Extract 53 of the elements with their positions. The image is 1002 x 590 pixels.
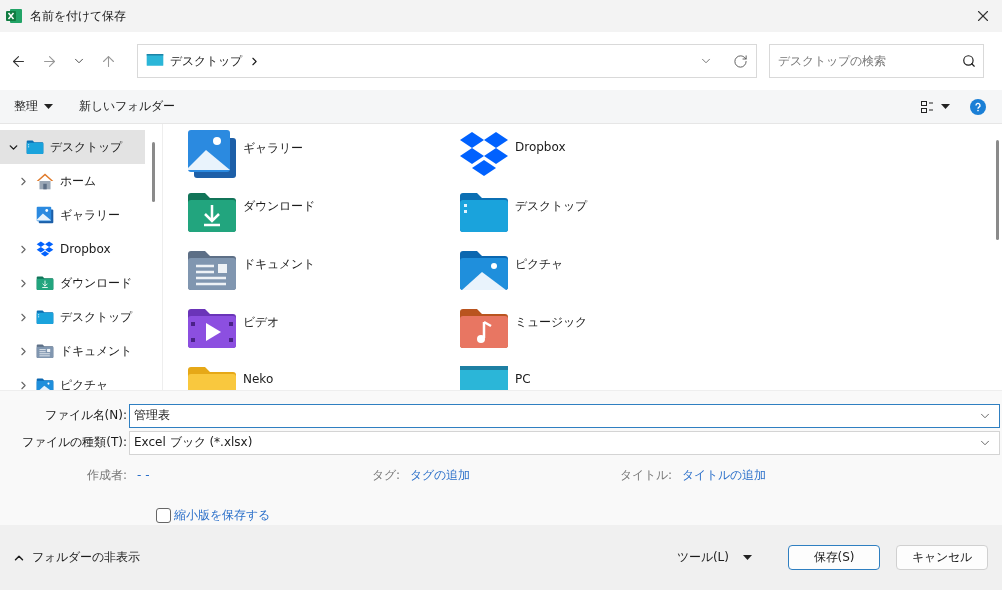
save-thumbnail-checkbox[interactable]: 縮小版を保存する: [156, 507, 1002, 524]
folder-item[interactable]: ミュージック: [458, 302, 730, 360]
folder-item[interactable]: ピクチャ: [458, 244, 730, 302]
caret-icon: [941, 104, 950, 109]
caret-icon: [743, 555, 752, 560]
metadata-link[interactable]: タグの追加: [410, 466, 471, 484]
excel-icon: [6, 8, 22, 24]
metadata-label: タイトル:: [620, 466, 673, 484]
search-icon[interactable]: [962, 54, 976, 68]
sidebar-item[interactable]: ホーム: [0, 164, 145, 198]
folder-item[interactable]: Dropbox: [458, 128, 730, 186]
folder-item[interactable]: ダウンロード: [186, 186, 458, 244]
sidebar-item[interactable]: デスクトップ: [0, 300, 145, 334]
address-bar[interactable]: デスクトップ: [137, 44, 757, 78]
file-name-field[interactable]: 管理表: [129, 403, 1000, 428]
folder-item[interactable]: ビデオ: [186, 302, 458, 360]
organize-button[interactable]: 整理: [8, 94, 59, 119]
metadata-link[interactable]: タイトルの追加: [682, 466, 767, 484]
metadata-link[interactable]: - -: [137, 468, 150, 482]
sidebar-item[interactable]: デスクトップ: [0, 130, 145, 164]
sidebar-item[interactable]: Dropbox: [0, 232, 145, 266]
sidebar-item[interactable]: ダウンロード: [0, 266, 145, 300]
dropbox-icon: [36, 240, 54, 258]
hide-folders-button[interactable]: フォルダーの非表示: [6, 548, 146, 567]
cancel-button[interactable]: キャンセル: [896, 545, 988, 570]
desktop-folder-icon: [26, 138, 44, 156]
refresh-icon[interactable]: [733, 53, 748, 69]
caret-icon: [44, 104, 53, 109]
file-type-label: ファイルの種類(T):: [21, 434, 128, 451]
folder-item[interactable]: ギャラリー: [186, 128, 458, 186]
new-folder-button[interactable]: 新しいフォルダー: [73, 94, 181, 119]
download-folder-icon: [36, 274, 54, 292]
folder-item[interactable]: ドキュメント: [186, 244, 458, 302]
scrollbar-thumb[interactable]: [995, 140, 999, 240]
metadata-label: 作成者:: [85, 466, 127, 484]
file-type-dropdown[interactable]: Excel ブック (*.xlsx): [129, 430, 1000, 455]
metadata-label: タグ:: [372, 466, 401, 484]
sidebar-item[interactable]: ドキュメント: [0, 334, 145, 368]
tools-button[interactable]: ツール(L): [670, 548, 758, 567]
scrollbar-thumb[interactable]: [152, 142, 155, 202]
desktop-folder-icon: [36, 308, 54, 326]
save-button[interactable]: 保存(S): [788, 545, 880, 570]
folder-item[interactable]: デスクトップ: [458, 186, 730, 244]
sidebar-item[interactable]: ギャラリー: [0, 198, 145, 232]
gallery-icon: [36, 206, 54, 224]
view-icon[interactable]: [921, 100, 935, 113]
house-icon: [36, 172, 54, 190]
help-icon[interactable]: [970, 98, 986, 115]
gallery-icon: [186, 128, 238, 180]
window-title: 名前を付けて保存: [30, 7, 127, 25]
file-name-label: ファイル名(N):: [43, 407, 128, 424]
search-field[interactable]: デスクトップの検索: [769, 44, 984, 78]
documents-folder-icon: [36, 342, 54, 360]
